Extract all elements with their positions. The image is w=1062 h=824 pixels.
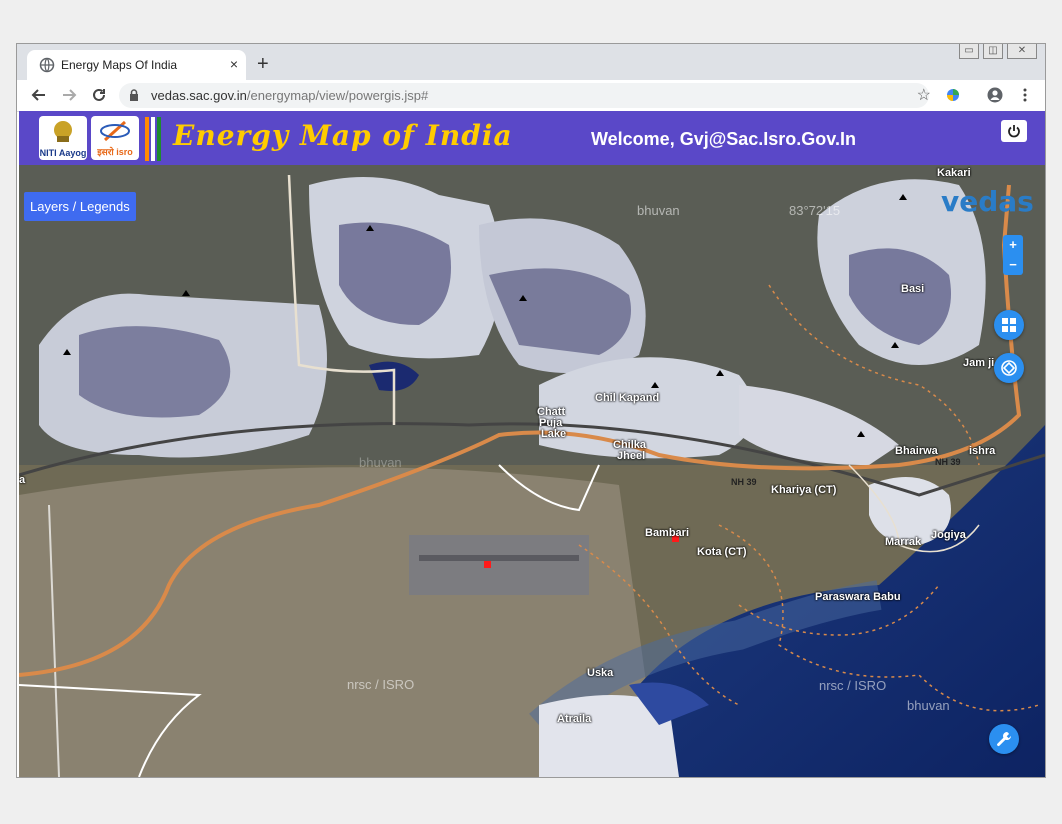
place-label: Chil Kapand [595,392,660,404]
close-window-button[interactable]: ✕ [1007,44,1037,59]
web-app: NITI Aayog इसरो isro Energy Map of India… [19,111,1045,777]
place-label: Khariya (CT) [771,484,837,496]
apps-grid-icon [1002,318,1016,332]
map-watermark: bhuvan [637,203,680,218]
star-icon[interactable]: ☆ [917,85,931,105]
maximize-button[interactable]: ◫ [983,44,1003,59]
map-watermark: bhuvan [359,455,402,470]
zoom-in-button[interactable]: + [1003,235,1023,255]
isro-logo: इसरो isro [91,116,139,160]
browser-toolbar: vedas.sac.gov.in/energymap/view/powergis… [17,80,1045,112]
tab-close-icon[interactable]: × [230,56,238,72]
place-label: Paraswara Babu [815,591,901,603]
power-icon [1008,125,1020,138]
satellite-imagery [19,165,1045,777]
account-icon[interactable] [987,87,1003,103]
place-label: ishra [969,445,996,457]
rocket-icon [100,120,130,142]
app-header: NITI Aayog इसरो isro Energy Map of India… [19,111,1045,165]
place-label: Atraila [557,713,592,725]
map-watermark: nrsc / ISRO [819,678,887,693]
niti-aayog-logo: NITI Aayog [39,116,87,160]
place-label: a [19,474,26,486]
url-text: vedas.sac.gov.in/energymap/view/powergis… [151,88,428,103]
emblem-icon [54,121,72,142]
place-label: Lake [541,428,567,440]
place-label: Bhairwa [895,445,938,457]
place-label: Kakari [937,167,971,179]
wrench-icon [997,732,1012,747]
extension-icon[interactable] [945,87,961,103]
welcome-message: Welcome, Gvj@Sac.Isro.Gov.In [591,129,856,149]
tricolor-stripe-saffron [145,117,149,161]
address-bar[interactable]: vedas.sac.gov.in/energymap/view/powergis… [119,83,931,108]
highway-label: NH 39 [935,457,961,467]
layers-legends-button[interactable]: Layers / Legends [24,192,136,221]
browser-tab[interactable]: Energy Maps Of India × [27,50,246,80]
browser-window: Energy Maps Of India × + ▭ ◫ ✕ vedas.sac… [16,43,1046,778]
vedas-logo: vedas [941,185,1034,218]
forward-arrow-icon[interactable] [61,87,77,103]
url-path: /energymap/view/powergis.jsp# [246,88,429,103]
place-label: Basi [901,283,925,295]
place-label: Marrak [885,536,922,548]
place-label: Uska [587,667,614,679]
satellite-map[interactable]: bhuvan nrsc / ISRO bhuvan nrsc / ISRO bh… [19,165,1045,777]
place-label: Kota (CT) [697,546,747,558]
locate-button[interactable] [994,353,1024,383]
place-label: Jheel [617,450,646,462]
logout-power-button[interactable] [1001,120,1027,142]
zoom-control: + − [1003,235,1023,275]
map-watermark: 83°72'15 [789,203,841,218]
tools-button[interactable] [989,724,1019,754]
locate-icon [1001,360,1017,376]
tab-title: Energy Maps Of India [61,58,178,72]
globe-icon [39,57,55,73]
new-tab-button[interactable]: + [257,54,269,74]
minimize-button[interactable]: ▭ [959,44,979,59]
apps-grid-button[interactable] [994,310,1024,340]
place-label: Bambari [645,527,690,539]
zoom-out-button[interactable]: − [1003,255,1023,275]
url-domain: vedas.sac.gov.in [151,88,247,103]
site-title: Energy Map of India [173,119,513,152]
map-watermark: bhuvan [907,698,950,713]
map-watermark: nrsc / ISRO [347,677,415,692]
menu-icon[interactable] [1017,87,1033,103]
highway-label: NH 39 [731,477,757,487]
tricolor-stripe-white [151,117,155,161]
reload-icon[interactable] [91,87,107,103]
tab-strip: Energy Maps Of India × + ▭ ◫ ✕ [17,44,1045,80]
back-arrow-icon[interactable] [31,87,47,103]
lock-icon [130,89,138,101]
tricolor-stripe-green [157,117,161,161]
place-label: Jogiya [931,529,966,541]
